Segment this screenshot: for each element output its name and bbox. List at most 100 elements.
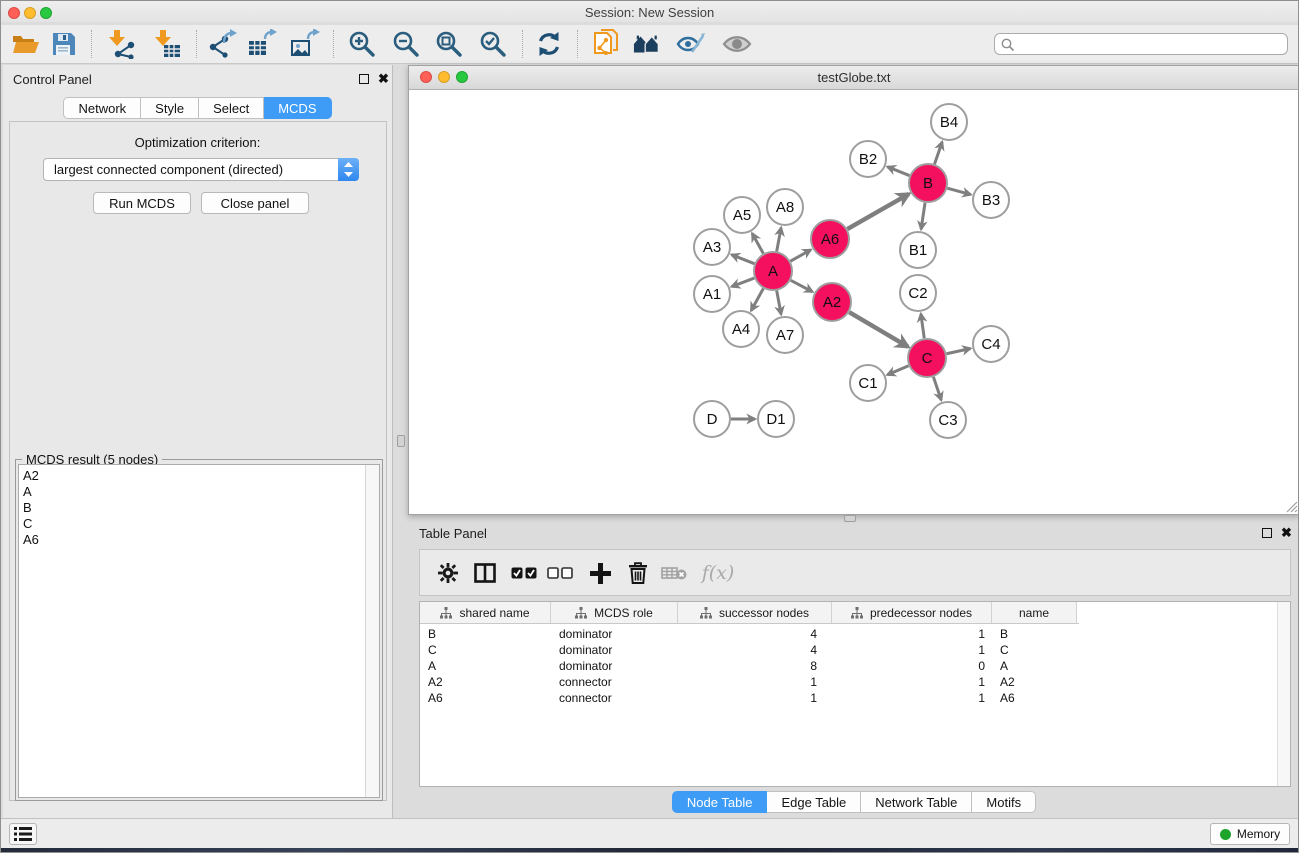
table-row[interactable]: A6connector11A6 bbox=[420, 690, 1290, 706]
tab-node-table[interactable]: Node Table bbox=[672, 791, 768, 813]
save-session-button[interactable] bbox=[48, 29, 78, 59]
export-network-button[interactable] bbox=[207, 29, 237, 59]
show-graphics-details-button[interactable] bbox=[722, 29, 752, 59]
node-C1[interactable]: C1 bbox=[850, 365, 886, 401]
tab-network-table[interactable]: Network Table bbox=[861, 791, 972, 813]
hide-selected-button[interactable] bbox=[676, 29, 706, 59]
edge-A-A1[interactable] bbox=[732, 278, 755, 287]
edge-A-A5[interactable] bbox=[752, 233, 763, 253]
node-C[interactable]: C bbox=[908, 339, 946, 377]
float-table-panel-icon[interactable] bbox=[1262, 528, 1272, 538]
resize-grip-icon[interactable] bbox=[1285, 500, 1298, 513]
node-B[interactable]: B bbox=[909, 164, 947, 202]
node-A3[interactable]: A3 bbox=[694, 229, 730, 265]
edge-C-C1[interactable] bbox=[887, 366, 908, 375]
select-all-button[interactable] bbox=[509, 558, 539, 588]
delete-column-button[interactable] bbox=[623, 558, 653, 588]
column-header-predecessor-nodes[interactable]: predecessor nodes bbox=[832, 602, 992, 623]
node-A5[interactable]: A5 bbox=[724, 197, 760, 233]
node-A6[interactable]: A6 bbox=[811, 220, 849, 258]
add-column-button[interactable] bbox=[585, 558, 615, 588]
node-B1[interactable]: B1 bbox=[900, 232, 936, 268]
delete-table-button[interactable] bbox=[659, 558, 689, 588]
edge-C-C2[interactable] bbox=[921, 314, 924, 338]
close-panel-button[interactable]: Close panel bbox=[201, 192, 309, 214]
node-A2[interactable]: A2 bbox=[813, 283, 851, 321]
node-C4[interactable]: C4 bbox=[973, 326, 1009, 362]
node-D1[interactable]: D1 bbox=[758, 401, 794, 437]
criterion-dropdown[interactable]: largest connected component (directed) bbox=[43, 158, 359, 181]
import-table-button[interactable] bbox=[152, 29, 182, 59]
tab-style[interactable]: Style bbox=[141, 97, 199, 119]
table-scrollbar[interactable] bbox=[1277, 602, 1290, 786]
result-scrollbar[interactable] bbox=[365, 465, 379, 797]
zoom-in-button[interactable] bbox=[347, 29, 377, 59]
show-panels-button[interactable] bbox=[9, 823, 37, 845]
refresh-button[interactable] bbox=[534, 29, 564, 59]
table-row[interactable]: Bdominator41B bbox=[420, 626, 1290, 642]
run-mcds-button[interactable]: Run MCDS bbox=[93, 192, 191, 214]
tab-mcds[interactable]: MCDS bbox=[264, 97, 331, 119]
edge-B-B2[interactable] bbox=[887, 167, 909, 176]
import-network-button[interactable] bbox=[106, 29, 136, 59]
close-panel-icon[interactable]: ✖ bbox=[378, 73, 389, 85]
column-header-name[interactable]: name bbox=[992, 602, 1077, 623]
result-item[interactable]: A6 bbox=[19, 532, 379, 548]
node-C3[interactable]: C3 bbox=[930, 402, 966, 438]
result-item[interactable]: A2 bbox=[19, 465, 379, 484]
edge-B-B4[interactable] bbox=[935, 142, 943, 164]
node-D[interactable]: D bbox=[694, 401, 730, 437]
column-header-MCDS-role[interactable]: MCDS role bbox=[551, 602, 678, 623]
result-item[interactable]: B bbox=[19, 500, 379, 516]
column-header-successor-nodes[interactable]: successor nodes bbox=[678, 602, 832, 623]
result-item[interactable]: C bbox=[19, 516, 379, 532]
edge-A-A4[interactable] bbox=[751, 289, 763, 311]
function-builder-button[interactable]: f(x) bbox=[698, 558, 738, 588]
node-A1[interactable]: A1 bbox=[694, 276, 730, 312]
open-session-button[interactable] bbox=[11, 29, 41, 59]
float-panel-icon[interactable] bbox=[359, 74, 369, 84]
tab-select[interactable]: Select bbox=[199, 97, 264, 119]
edge-A-A8[interactable] bbox=[777, 228, 781, 252]
edge-A2-C[interactable] bbox=[849, 312, 908, 347]
close-table-panel-icon[interactable]: ✖ bbox=[1281, 527, 1292, 539]
edge-A-A7[interactable] bbox=[777, 291, 781, 315]
edge-A-A6[interactable] bbox=[790, 250, 810, 261]
node-A7[interactable]: A7 bbox=[767, 317, 803, 353]
table-row[interactable]: Cdominator41C bbox=[420, 642, 1290, 658]
node-A[interactable]: A bbox=[754, 252, 792, 290]
edge-A6-B[interactable] bbox=[847, 194, 909, 229]
zoom-selected-button[interactable] bbox=[478, 29, 508, 59]
export-image-button[interactable] bbox=[290, 29, 320, 59]
node-A4[interactable]: A4 bbox=[723, 311, 759, 347]
search-input[interactable] bbox=[1019, 35, 1283, 55]
new-network-from-selection-button[interactable] bbox=[592, 29, 622, 59]
column-header-shared-name[interactable]: shared name bbox=[420, 602, 551, 623]
node-B4[interactable]: B4 bbox=[931, 104, 967, 140]
node-B2[interactable]: B2 bbox=[850, 141, 886, 177]
edge-A-A3[interactable] bbox=[732, 255, 755, 264]
node-B3[interactable]: B3 bbox=[973, 182, 1009, 218]
zoom-fit-button[interactable] bbox=[434, 29, 464, 59]
table-options-button[interactable] bbox=[433, 558, 463, 588]
zoom-out-button[interactable] bbox=[391, 29, 421, 59]
result-item[interactable]: A bbox=[19, 484, 379, 500]
memory-button[interactable]: Memory bbox=[1210, 823, 1290, 845]
edge-A-A2[interactable] bbox=[791, 280, 813, 291]
first-neighbors-button[interactable] bbox=[633, 29, 663, 59]
export-table-button[interactable] bbox=[247, 29, 277, 59]
node-A8[interactable]: A8 bbox=[767, 189, 803, 225]
edge-B-B1[interactable] bbox=[921, 203, 925, 229]
table-row[interactable]: Adominator80A bbox=[420, 658, 1290, 674]
deselect-all-button[interactable] bbox=[545, 558, 575, 588]
tab-network[interactable]: Network bbox=[63, 97, 141, 119]
vertical-divider-grip[interactable] bbox=[397, 435, 405, 447]
tab-edge-table[interactable]: Edge Table bbox=[767, 791, 861, 813]
node-C2[interactable]: C2 bbox=[900, 275, 936, 311]
table-row[interactable]: A2connector11A2 bbox=[420, 674, 1290, 690]
show-column-panel-button[interactable] bbox=[470, 558, 500, 588]
tab-motifs[interactable]: Motifs bbox=[972, 791, 1036, 813]
network-canvas[interactable]: A A1 A2 A3 A4 A5 A6 A7 A8 B B1 B2 B3 B4 C C1 C2 C3 C4 D D1 bbox=[409, 90, 1299, 514]
edge-C-C3[interactable] bbox=[933, 377, 941, 400]
edge-B-B3[interactable] bbox=[947, 188, 970, 194]
